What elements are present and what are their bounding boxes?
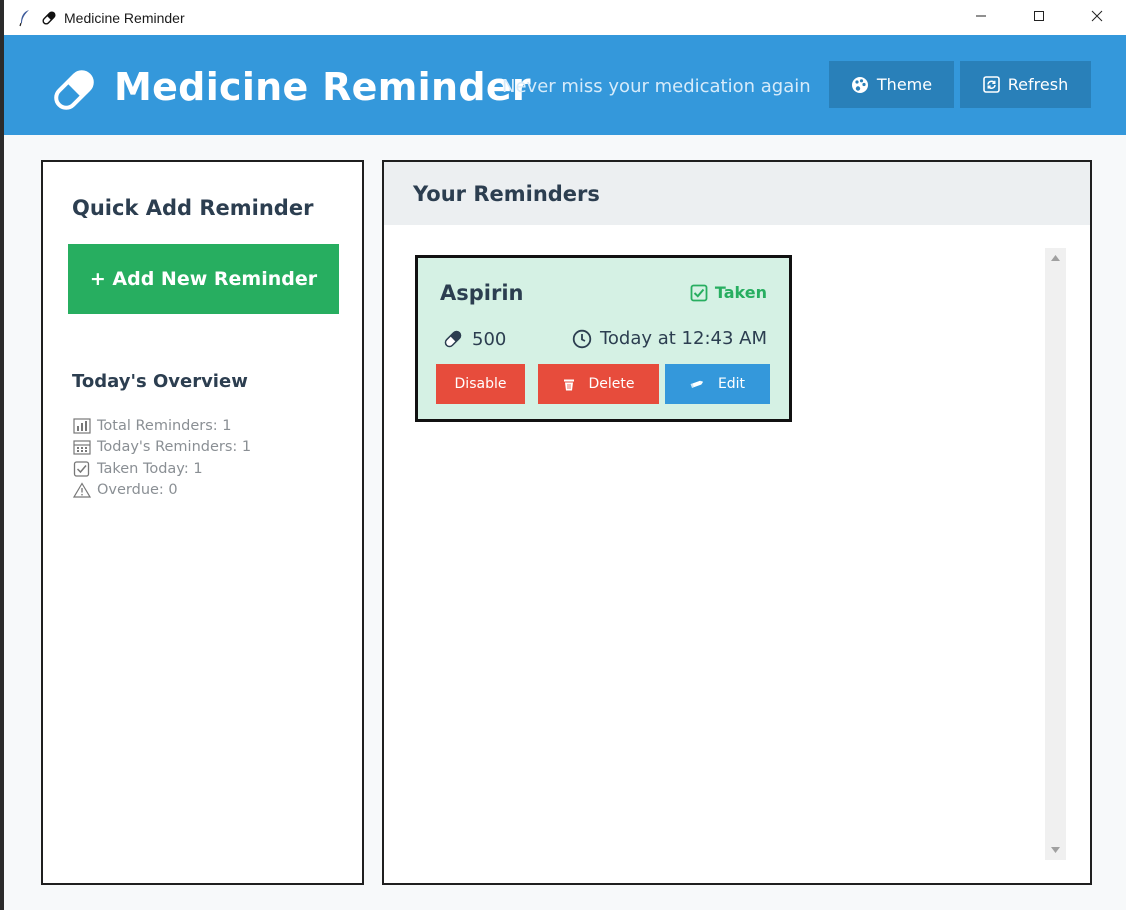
- warning-icon: [73, 482, 91, 498]
- overview-todays-reminders: Today's Reminders: 1: [73, 437, 251, 459]
- overview-taken-today: Taken Today: 1: [73, 458, 251, 480]
- dosage-value: 500: [472, 328, 507, 350]
- close-button[interactable]: [1068, 0, 1126, 32]
- overview-overdue: Overdue: 0: [73, 480, 251, 502]
- quick-add-panel: Quick Add Reminder + Add New Reminder To…: [41, 160, 364, 885]
- overview-item-label: Total Reminders: 1: [97, 417, 232, 434]
- reminders-title: Your Reminders: [413, 182, 600, 206]
- feather-icon: [16, 9, 34, 27]
- close-icon: [1091, 10, 1103, 22]
- edit-button[interactable]: Edit: [665, 364, 770, 404]
- palette-icon: [851, 76, 868, 93]
- schedule-time: Today at 12:43 AM: [599, 328, 767, 349]
- app-title: Medicine Reminder: [114, 65, 531, 109]
- reminders-panel: Your Reminders Aspirin Taken 500 Today a…: [382, 160, 1092, 885]
- pill-logo-icon: [50, 66, 98, 114]
- edit-button-label: Edit: [717, 376, 746, 392]
- overview-item-label: Today's Reminders: 1: [97, 439, 252, 456]
- reminders-panel-header: Your Reminders: [384, 162, 1090, 225]
- quick-add-title: Quick Add Reminder: [72, 196, 314, 220]
- app-header: Medicine Reminder Never miss your medica…: [4, 35, 1126, 135]
- schedule: Today at 12:43 AM: [572, 328, 767, 349]
- title-bar: Medicine Reminder: [4, 0, 1126, 35]
- clock-icon: [572, 329, 592, 348]
- dosage: 500: [442, 328, 506, 350]
- trash-icon: [563, 379, 574, 390]
- app-subtitle: Never miss your medication again: [502, 76, 811, 97]
- add-new-reminder-button[interactable]: + Add New Reminder: [68, 244, 339, 314]
- refresh-button[interactable]: Refresh: [960, 61, 1091, 108]
- reminders-scrollbar[interactable]: [1045, 248, 1066, 860]
- checkbox-icon: [690, 284, 708, 301]
- scroll-up-arrow-icon[interactable]: [1050, 254, 1061, 262]
- disable-button[interactable]: Disable: [436, 364, 525, 404]
- maximize-button[interactable]: [1010, 0, 1068, 32]
- scroll-down-arrow-icon[interactable]: [1050, 846, 1061, 854]
- overview-list: Total Reminders: 1 Today's Reminders: 1 …: [73, 415, 251, 501]
- window-controls: [952, 0, 1126, 35]
- reminder-card: Aspirin Taken 500 Today at 12:43 AM Disa…: [415, 255, 792, 422]
- app-window: Medicine Reminder Medicine Reminder Neve…: [4, 0, 1126, 910]
- medicine-name: Aspirin: [440, 281, 524, 305]
- overview-item-label: Overdue: 0: [97, 482, 178, 499]
- minimize-button[interactable]: [952, 0, 1010, 32]
- calendar-icon: [73, 440, 91, 455]
- pill-icon: [40, 9, 58, 27]
- delete-button-label: Delete: [588, 376, 635, 392]
- delete-button[interactable]: Delete: [538, 364, 659, 404]
- pencil-icon: [690, 380, 704, 388]
- status-label: Taken: [714, 283, 767, 302]
- checkbox-icon: [73, 461, 90, 477]
- overview-title: Today's Overview: [72, 371, 248, 392]
- window-title: Medicine Reminder: [64, 9, 185, 26]
- bar-chart-icon: [73, 418, 91, 434]
- minimize-icon: [976, 15, 986, 17]
- refresh-icon: [982, 76, 1000, 93]
- maximize-icon: [1034, 11, 1044, 21]
- overview-item-label: Taken Today: 1: [97, 460, 203, 477]
- overview-total-reminders: Total Reminders: 1: [73, 415, 251, 437]
- pill-icon: [444, 330, 462, 348]
- theme-button[interactable]: Theme: [829, 61, 954, 108]
- theme-button-label: Theme: [876, 75, 933, 94]
- disable-button-label: Disable: [454, 376, 507, 392]
- status-badge: Taken: [690, 283, 767, 302]
- refresh-button-label: Refresh: [1007, 75, 1069, 94]
